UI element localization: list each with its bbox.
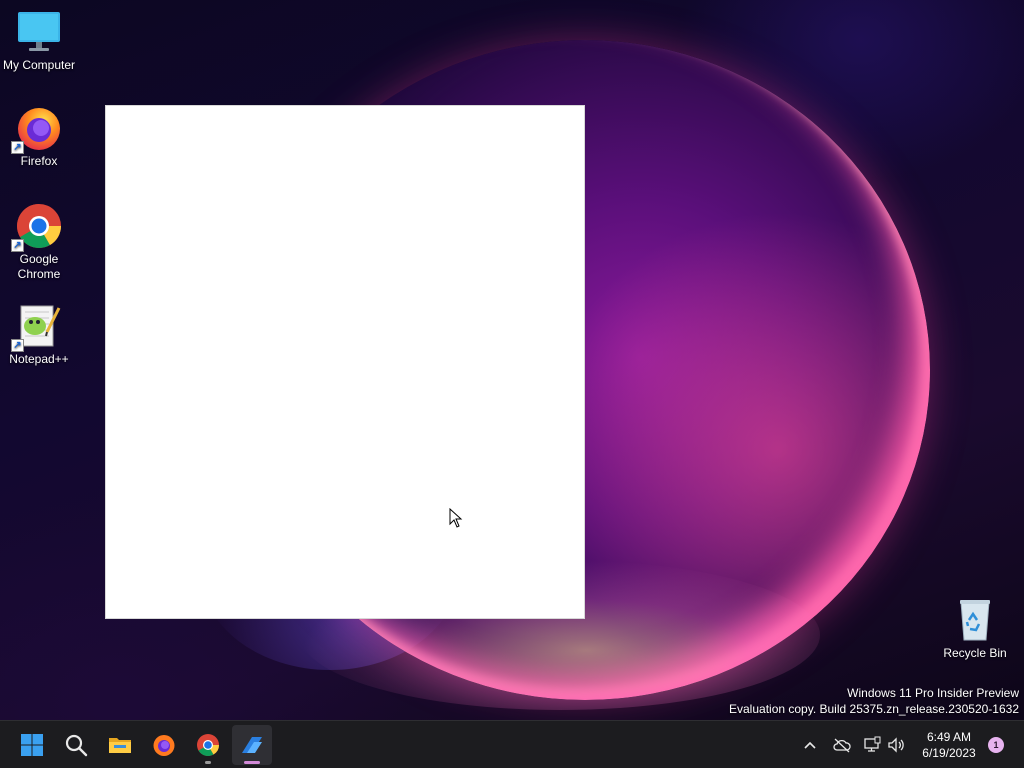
mouse-cursor-icon [449, 507, 463, 533]
taskbar-clock[interactable]: 6:49 AM 6/19/2023 [914, 729, 984, 761]
notification-badge[interactable]: 1 [988, 737, 1004, 753]
desktop-icon-recycle-bin[interactable]: Recycle Bin [936, 596, 1014, 661]
search-icon [64, 733, 88, 757]
active-indicator [244, 761, 260, 764]
network-icon[interactable] [862, 735, 882, 755]
power-automate-icon [240, 733, 264, 757]
windows-start-icon [20, 733, 44, 757]
taskbar-file-explorer[interactable] [100, 725, 140, 765]
start-button[interactable] [12, 725, 52, 765]
running-indicator [205, 761, 211, 764]
folder-icon [108, 733, 132, 757]
desktop-icon-label: Google Chrome [17, 252, 61, 281]
cloud-offline-icon[interactable] [832, 735, 852, 755]
recycle-bin-icon [951, 596, 999, 644]
clock-time: 6:49 AM [926, 730, 972, 744]
taskbar-power-automate[interactable] [232, 725, 272, 765]
desktop-icon-label: Recycle Bin [943, 646, 1007, 660]
volume-icon[interactable] [886, 735, 906, 755]
desktop-icon-firefox[interactable]: ↗ Firefox [0, 104, 78, 169]
monitor-icon [15, 8, 63, 56]
chrome-icon: ↗ [11, 202, 63, 252]
firefox-icon: ↗ [11, 104, 63, 154]
watermark-line-edition: Windows 11 Pro Insider Preview [847, 686, 1019, 700]
shortcut-arrow-icon: ↗ [11, 339, 24, 352]
desktop-icon-label: Firefox [20, 154, 58, 168]
watermark-line-build: Evaluation copy. Build 25375.zn_release.… [729, 702, 1019, 716]
taskbar: 6:49 AM 6/19/2023 1 [0, 720, 1024, 768]
firefox-icon [152, 733, 176, 757]
notepadpp-icon: ↗ [11, 302, 63, 352]
taskbar-chrome[interactable] [188, 725, 228, 765]
shortcut-arrow-icon: ↗ [11, 239, 24, 252]
desktop-icon-notepadpp[interactable]: ↗ Notepad++ [0, 302, 78, 367]
search-button[interactable] [56, 725, 96, 765]
windows-evaluation-watermark: Windows 11 Pro Insider Preview Evaluatio… [729, 685, 1019, 717]
clock-date: 6/19/2023 [922, 746, 976, 760]
blank-app-window[interactable] [105, 105, 585, 619]
chevron-up-icon[interactable] [800, 735, 820, 755]
taskbar-firefox[interactable] [144, 725, 184, 765]
desktop-icon-label: My Computer [2, 58, 76, 72]
desktop-icon-my-computer[interactable]: My Computer [0, 8, 78, 73]
desktop-icon-label: Notepad++ [9, 352, 69, 366]
chrome-icon [196, 733, 220, 757]
shortcut-arrow-icon: ↗ [11, 141, 24, 154]
desktop-icon-chrome[interactable]: ↗ Google Chrome [0, 202, 78, 282]
